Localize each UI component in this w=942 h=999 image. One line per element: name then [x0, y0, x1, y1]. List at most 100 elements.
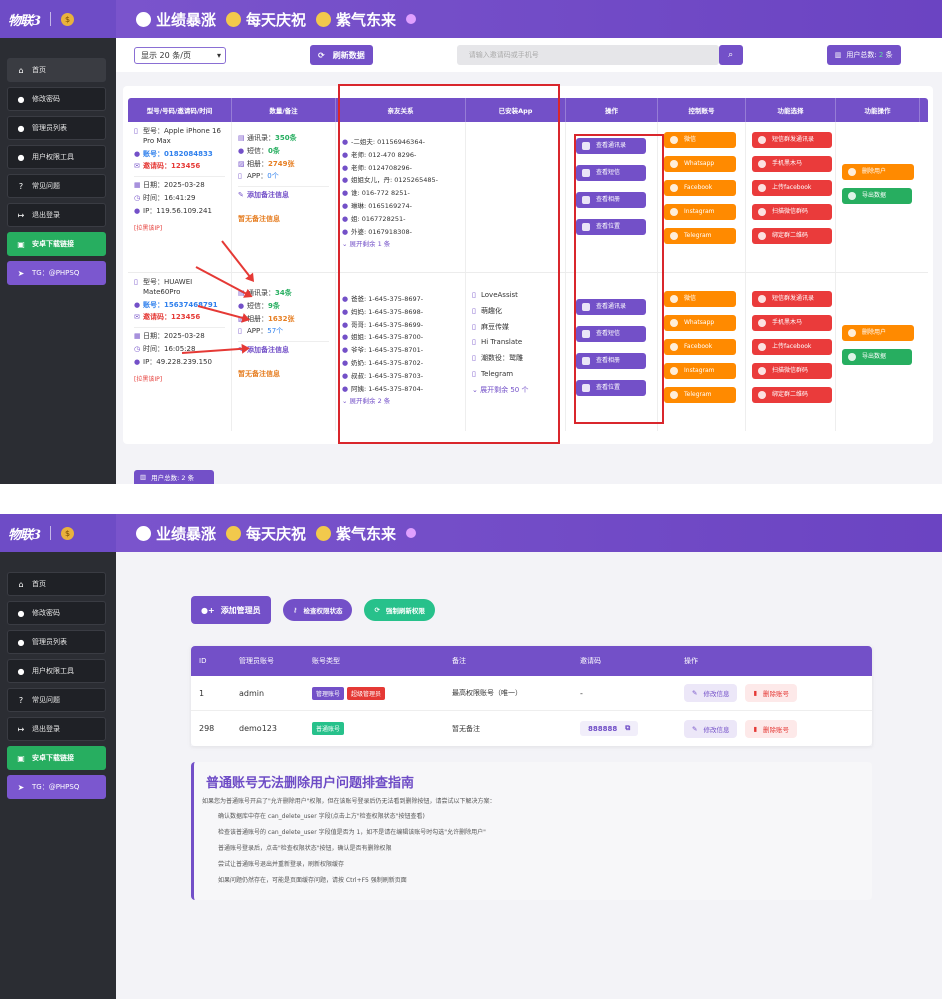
sidebar-item-faq[interactable]: ? 常见问题	[7, 688, 106, 712]
features-cell: 短信群发通讯录手机黑木马上传facebook 扫描微信群码绑定群二维码	[746, 122, 836, 272]
control-button[interactable]: Instagram	[664, 204, 736, 220]
refresh-icon: ⟳	[318, 50, 325, 60]
sidebar-item-android-download[interactable]: ▣ 安卓下载链接	[7, 232, 106, 256]
refresh-button[interactable]: ⟳ 刷新数据	[310, 45, 373, 65]
sidebar-item-logout[interactable]: ↦ 退出登录	[7, 717, 106, 741]
control-button[interactable]: 微信	[664, 291, 736, 307]
feature-button[interactable]: 上传facebook	[752, 180, 832, 196]
page-size-select[interactable]: 显示 20 条/页 ▾	[134, 46, 226, 64]
ip-value: IP：119.56.109.241	[143, 206, 212, 215]
column-header: 数量/备注	[232, 98, 336, 122]
control-button-label: 微信	[684, 135, 697, 143]
user-edit-icon: ●	[17, 608, 25, 618]
export-data-button[interactable]: 导出数据	[842, 188, 912, 204]
feature-button[interactable]: 上传facebook	[752, 339, 832, 355]
column-header: 账号类型	[312, 657, 340, 665]
delete-user-button[interactable]: 删除用户	[842, 325, 914, 341]
sidebar-item-change-password[interactable]: ● 修改密码	[7, 87, 106, 111]
chart-icon: ▥	[834, 51, 842, 59]
feature-button-label: 手机黑木马	[772, 159, 803, 167]
feature-button[interactable]: 绑定群二维码	[752, 228, 832, 244]
feature-button[interactable]: 手机黑木马	[752, 156, 832, 172]
link-icon	[758, 232, 766, 240]
sidebar-item-home[interactable]: ⌂ 首页	[7, 58, 106, 82]
sidebar-item-home[interactable]: ⌂ 首页	[7, 572, 106, 596]
edit-button[interactable]: ✎ 修改信息	[684, 684, 738, 702]
guide-title: 普通账号无法删除用户问题排查指南	[206, 776, 415, 791]
phone-icon: ▯	[134, 127, 138, 135]
control-button[interactable]: Facebook	[664, 339, 736, 355]
sidebar-item-telegram[interactable]: ➤ TG：@PHPSQ	[7, 261, 106, 285]
logout-icon: ↦	[17, 724, 25, 734]
contacts-count: 350条	[275, 134, 297, 142]
facebook-icon	[670, 343, 678, 351]
sms-label: 短信：	[247, 146, 268, 155]
control-button[interactable]: 微信	[664, 132, 736, 148]
sidebar-item-telegram[interactable]: ➤ TG：@PHPSQ	[7, 775, 106, 799]
feature-button[interactable]: 扫描微信群码	[752, 363, 832, 379]
feature-button[interactable]: 短信群发通讯录	[752, 291, 832, 307]
invite-code: 邀请码：123456	[143, 313, 201, 322]
control-button[interactable]: Whatsapp	[664, 315, 736, 331]
feature-button[interactable]: 绑定群二维码	[752, 387, 832, 403]
edit-button[interactable]: ✎ 修改信息	[684, 719, 738, 738]
control-button[interactable]: Whatsapp	[664, 156, 736, 172]
add-admin-button[interactable]: ●+ 添加管理员	[191, 596, 271, 624]
banner-text: 每天庆祝	[246, 524, 307, 543]
search-input[interactable]: 请输入邀请码或手机号	[456, 45, 719, 65]
export-data-label: 导出数据	[862, 191, 887, 199]
add-note-link[interactable]: 添加备注信息	[247, 191, 289, 201]
delete-button[interactable]: ▮ 删除账号	[745, 719, 798, 738]
features-cell: 短信群发通讯录 手机黑木马上传facebook 扫描微信群码 绑定群二维码	[746, 273, 836, 431]
search-icon: ⌕	[728, 50, 734, 60]
block-ip-link[interactable]: [拉黑该IP]	[134, 225, 225, 233]
photos-count: 2749张	[268, 159, 295, 168]
logout-icon: ↦	[17, 210, 25, 220]
force-refresh-button[interactable]: ⟳ 强制刷新权限	[364, 599, 435, 621]
scan-icon	[758, 208, 766, 216]
control-button[interactable]: Facebook	[664, 180, 736, 196]
sms-icon	[758, 136, 766, 144]
sidebar-header: 物联3 $	[0, 0, 116, 38]
sidebar-item-android-download[interactable]: ▣ 安卓下载链接	[7, 746, 106, 770]
sidebar-item-admin-list[interactable]: ● 管理员列表	[7, 630, 106, 654]
feature-button[interactable]: 手机黑木马	[752, 315, 832, 331]
facebook-icon	[670, 184, 678, 192]
sidebar-item-change-password[interactable]: ● 修改密码	[7, 601, 106, 625]
edit-icon: ✎	[692, 724, 698, 733]
app-label: APP：	[247, 172, 268, 181]
control-button-label: 微信	[684, 294, 697, 302]
sidebar-item-permission-tool[interactable]: ● 用户权限工具	[7, 145, 106, 169]
feature-button[interactable]: 扫描微信群码	[752, 204, 832, 220]
control-button[interactable]: Telegram	[664, 387, 736, 403]
check-permission-button[interactable]: ⚷ 检查权限状态	[282, 599, 353, 621]
user-edit-icon: ●	[17, 94, 25, 104]
export-data-button[interactable]: 导出数据	[842, 349, 912, 365]
copy-icon[interactable]: ⧉	[625, 724, 630, 733]
search-button[interactable]: ⌕	[718, 45, 743, 65]
device-model: 型号：HUAWEI Mate60Pro	[143, 278, 193, 296]
question-icon: ?	[18, 181, 24, 191]
sms-count: 9条	[268, 301, 280, 310]
sidebar-item-faq[interactable]: ? 常见问题	[7, 174, 106, 198]
contacts-count: 34条	[275, 289, 292, 297]
feature-button[interactable]: 短信群发通讯录	[752, 132, 832, 148]
note-text: 暂无备注信息	[238, 369, 280, 378]
sidebar-item-permission-tool[interactable]: ● 用户权限工具	[7, 659, 106, 683]
app-count: 57个	[267, 327, 284, 336]
android-icon: ▣	[17, 239, 25, 249]
control-button[interactable]: Instagram	[664, 363, 736, 379]
feature-button-label: 绑定群二维码	[772, 231, 809, 239]
block-ip-link[interactable]: [拉黑该IP]	[134, 376, 225, 384]
counts-cell: ▤ 通讯录： 350条 ● 短信： 0条 ▨ 相册： 2749张 ▯ APP： 0个 ✎ 添加备注…	[232, 122, 336, 272]
column-header: 操作	[684, 657, 698, 665]
delete-button[interactable]: ▮ 删除账号	[745, 684, 798, 702]
sidebar-item-logout[interactable]: ↦ 退出登录	[7, 203, 106, 227]
sidebar-item-admin-list[interactable]: ● 管理员列表	[7, 116, 106, 140]
location-icon: ●	[134, 206, 141, 215]
control-button[interactable]: Telegram	[664, 228, 736, 244]
delete-user-button[interactable]: 删除用户	[842, 164, 914, 180]
trash-icon	[848, 168, 856, 176]
admin-note: 暂无备注	[452, 724, 480, 733]
add-note-link[interactable]: 添加备注信息	[247, 346, 289, 356]
